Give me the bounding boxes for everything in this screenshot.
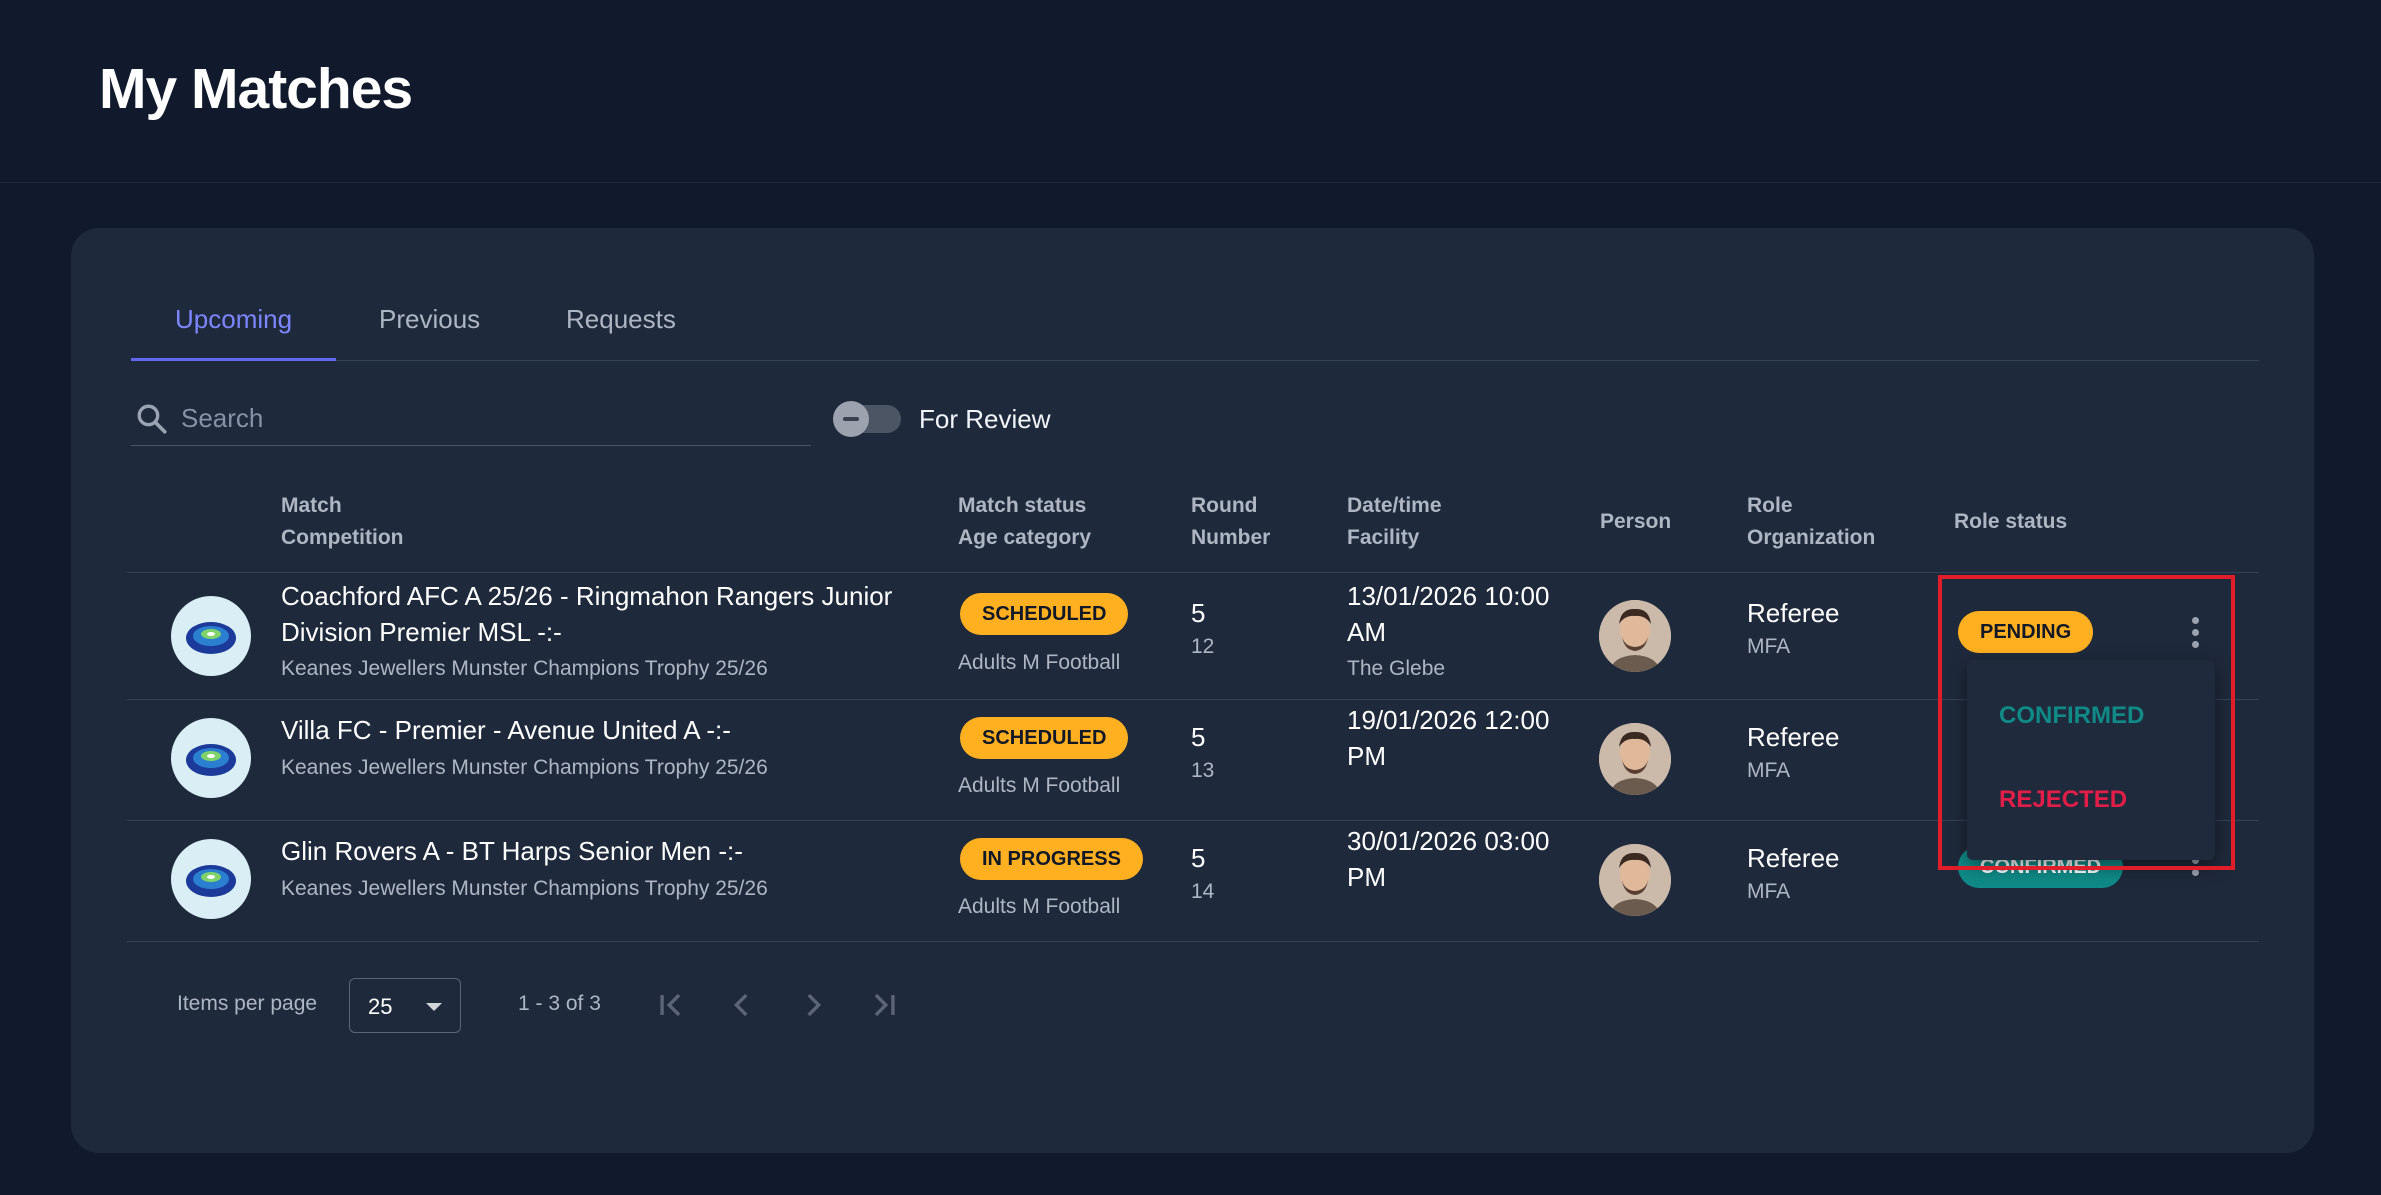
number-value: 12 xyxy=(1191,635,1215,658)
avatar[interactable] xyxy=(1599,600,1671,672)
header-organization-label: Organization xyxy=(1747,526,1876,549)
stadium-icon xyxy=(186,622,236,654)
round-value: 5 xyxy=(1191,598,1206,628)
match-name[interactable]: Villa FC - Premier - Avenue United A -:- xyxy=(281,712,931,748)
for-review-label: For Review xyxy=(919,404,1051,434)
team-logo xyxy=(171,839,251,919)
highlight-box xyxy=(1938,575,2235,870)
chevron-down-icon xyxy=(426,1003,442,1011)
pagination-range: 1 - 3 of 3 xyxy=(518,992,601,1015)
avatar[interactable] xyxy=(1599,844,1671,916)
table-header-match[interactable]: Match Competition xyxy=(281,490,403,554)
header-match-status-label: Match status xyxy=(958,494,1087,517)
team-logo xyxy=(171,718,251,798)
last-page-icon[interactable] xyxy=(866,988,900,1022)
match-name[interactable]: Coachford AFC A 25/26 - Ringmahon Ranger… xyxy=(281,578,931,650)
search-input[interactable] xyxy=(181,400,801,436)
header-datetime-label: Date/time xyxy=(1347,494,1442,517)
header-role-status-label: Role status xyxy=(1954,510,2068,533)
header-age-category-label: Age category xyxy=(958,526,1092,549)
match-datetime: 19/01/2026 12:00 PM xyxy=(1347,705,1550,771)
match-status-badge: SCHEDULED xyxy=(960,717,1129,759)
organization-value: MFA xyxy=(1747,759,1791,782)
table-header-role[interactable]: Role Organization xyxy=(1747,490,1875,554)
header-round-label: Round xyxy=(1191,494,1258,517)
stadium-icon xyxy=(186,865,236,897)
match-status-badge: IN PROGRESS xyxy=(960,838,1143,880)
competition-name: Keanes Jewellers Munster Champions Troph… xyxy=(281,657,768,680)
round-value: 5 xyxy=(1191,843,1206,873)
page-title: My Matches xyxy=(99,57,413,121)
role-value: Referee xyxy=(1747,598,1840,628)
tab-requests[interactable]: Requests xyxy=(566,304,676,335)
person-avatar-icon xyxy=(1599,600,1671,672)
tab-upcoming[interactable]: Upcoming xyxy=(175,304,292,335)
header-role-label: Role xyxy=(1747,494,1793,517)
header-number-label: Number xyxy=(1191,526,1271,549)
stadium-icon xyxy=(186,744,236,776)
role-value: Referee xyxy=(1747,722,1840,752)
for-review-toggle[interactable] xyxy=(833,401,901,437)
organization-value: MFA xyxy=(1747,635,1791,658)
match-status-badge: SCHEDULED xyxy=(960,593,1129,635)
match-datetime: 30/01/2026 03:00 PM xyxy=(1347,826,1550,892)
age-category: Adults M Football xyxy=(958,651,1121,674)
round-value: 5 xyxy=(1191,722,1206,752)
tab-previous[interactable]: Previous xyxy=(379,304,480,335)
number-value: 13 xyxy=(1191,759,1215,782)
table-header-round[interactable]: Round Number xyxy=(1191,490,1270,554)
items-per-page-label: Items per page xyxy=(177,992,318,1015)
person-avatar-icon xyxy=(1599,723,1671,795)
age-category: Adults M Football xyxy=(958,895,1121,918)
header-facility-label: Facility xyxy=(1347,526,1420,549)
table-bottom-divider xyxy=(127,941,2259,942)
previous-page-icon[interactable] xyxy=(725,988,759,1022)
match-datetime: 13/01/2026 10:00 AM xyxy=(1347,581,1550,647)
table-header-role-status[interactable]: Role status xyxy=(1954,506,2067,538)
person-avatar-icon xyxy=(1599,844,1671,916)
table-header-match-status[interactable]: Match status Age category xyxy=(958,490,1091,554)
number-value: 14 xyxy=(1191,880,1215,903)
role-value: Referee xyxy=(1747,843,1840,873)
avatar[interactable] xyxy=(1599,723,1671,795)
competition-name: Keanes Jewellers Munster Champions Troph… xyxy=(281,877,768,900)
items-per-page-value: 25 xyxy=(368,994,393,1019)
match-name[interactable]: Glin Rovers A - BT Harps Senior Men -:- xyxy=(281,833,931,869)
age-category: Adults M Football xyxy=(958,774,1121,797)
header-match-label: Match xyxy=(281,494,342,517)
team-logo xyxy=(171,596,251,676)
facility-name: The Glebe xyxy=(1347,657,1446,680)
items-per-page-select[interactable]: 25 xyxy=(349,978,461,1033)
table-header-datetime[interactable]: Date/time Facility xyxy=(1347,490,1442,554)
competition-name: Keanes Jewellers Munster Champions Troph… xyxy=(281,756,768,779)
search-icon xyxy=(137,404,167,434)
organization-value: MFA xyxy=(1747,880,1791,903)
page-header: My Matches xyxy=(0,0,2381,183)
toggle-knob xyxy=(833,401,869,437)
first-page-icon[interactable] xyxy=(655,988,689,1022)
active-tab-indicator xyxy=(131,358,336,361)
search-field[interactable] xyxy=(131,396,811,446)
header-competition-label: Competition xyxy=(281,526,404,549)
tabs-divider xyxy=(131,360,2259,361)
next-page-icon[interactable] xyxy=(796,988,830,1022)
table-header-person: Person xyxy=(1600,506,1671,538)
header-person-label: Person xyxy=(1600,510,1672,533)
